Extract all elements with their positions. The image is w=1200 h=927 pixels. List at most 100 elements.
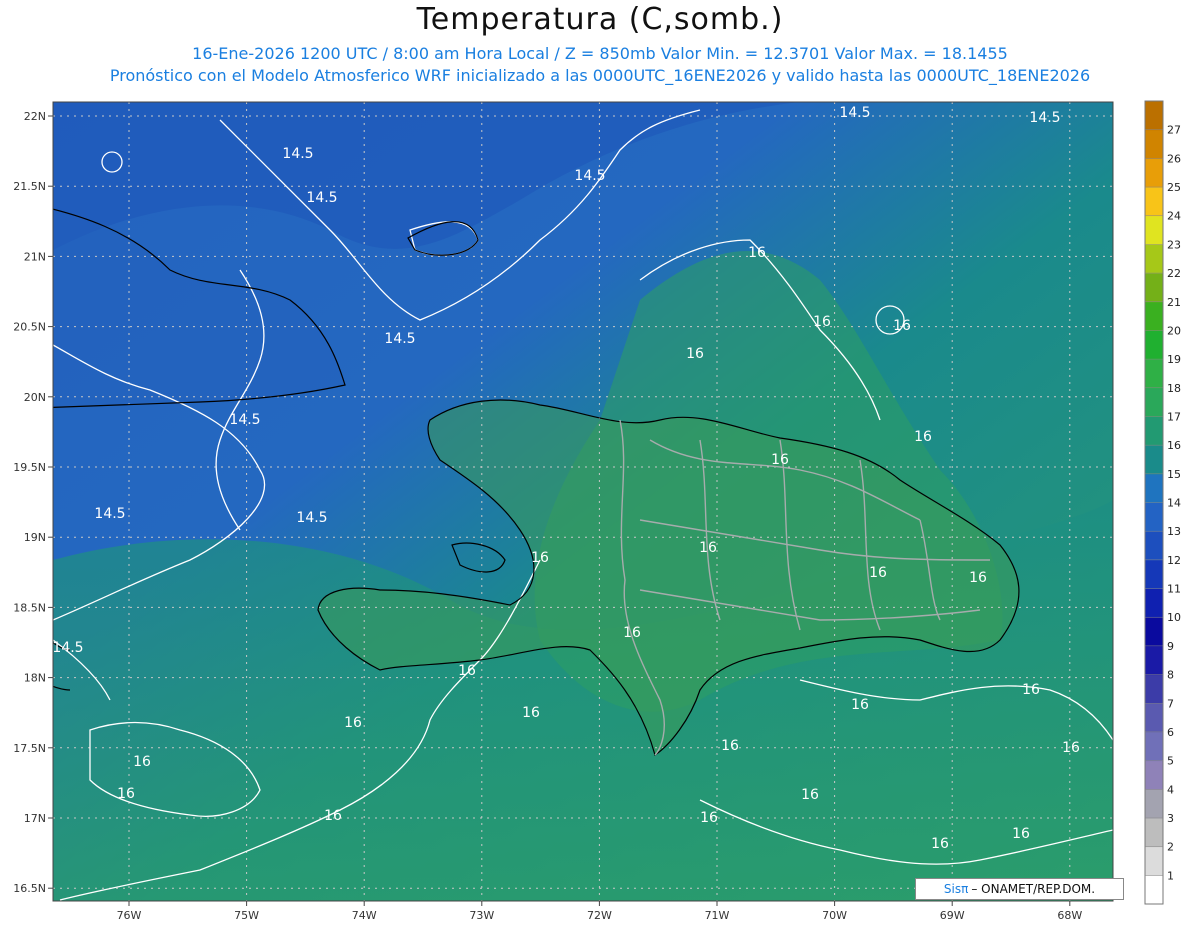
colorbar-swatch [1145, 359, 1163, 389]
contour-label: 16 [813, 314, 831, 330]
colorbar-swatch [1145, 731, 1163, 762]
contour-label: 14.5 [306, 190, 337, 206]
colorbar-swatch [1145, 416, 1163, 446]
colorbar-swatch [1145, 559, 1163, 590]
contour-label: 14.5 [296, 510, 327, 526]
colorbar-swatch [1145, 330, 1163, 360]
colorbar-label: 1 [1167, 869, 1174, 882]
colorbar-label: 11 [1167, 583, 1181, 596]
lat-label: 18N [24, 672, 46, 685]
colorbar-label: 18 [1167, 382, 1181, 395]
contour-label: 14.5 [574, 168, 605, 184]
contour-label: 16 [458, 663, 476, 679]
colorbar-swatch [1145, 187, 1163, 217]
lat-label: 21N [24, 250, 46, 263]
lon-label: 76W [117, 909, 142, 922]
colorbar-label: 3 [1167, 812, 1174, 825]
lon-label: 71W [705, 909, 730, 922]
colorbar-swatch [1145, 875, 1163, 905]
contour-label: 16 [1062, 740, 1080, 756]
colorbar-label: 19 [1167, 353, 1181, 366]
lat-label: 20N [24, 391, 46, 404]
lon-label: 68W [1057, 909, 1082, 922]
colorbar-swatch [1145, 617, 1163, 647]
lat-axis: 22N 21.5N 21N 20.5N 20N 19.5N 19N 18.5N 18N 17.5N… [13, 110, 53, 895]
colorbar-label: 5 [1167, 755, 1174, 768]
colorbar-swatch [1145, 645, 1163, 676]
lon-axis: 76W 75W 74W 73W 72W 71W 70W 69W 68W [117, 901, 1082, 922]
map-field: 14.5 14.5 14.5 14.5 14.5 14.5 14.5 14.5 14.5 14.5… [52, 102, 1113, 901]
contour-label: 16 [522, 705, 540, 721]
contour-label: 16 [117, 786, 135, 802]
contour-label: 16 [699, 540, 717, 556]
colorbar-swatch [1145, 703, 1163, 733]
contour-label: 14.5 [94, 506, 125, 522]
lat-label: 16.5N [13, 882, 46, 895]
contour-label: 16 [686, 346, 704, 362]
colorbar-swatch [1145, 674, 1163, 704]
contour-label: 16 [1022, 682, 1040, 698]
contour-label: 14.5 [1029, 110, 1060, 126]
credit-org: – ONAMET/REP.DOM. [971, 882, 1096, 896]
colorbar-swatch [1145, 531, 1163, 561]
colorbar-label: 9 [1167, 640, 1174, 653]
lat-label: 19N [24, 531, 46, 544]
contour-label: 16 [531, 550, 549, 566]
contour-label: 16 [1012, 826, 1030, 842]
colorbar-swatch [1145, 387, 1163, 417]
colorbar-swatch [1145, 158, 1163, 188]
weather-map: 14.5 14.5 14.5 14.5 14.5 14.5 14.5 14.5 14.5 14.5… [13, 100, 1181, 922]
colorbar-label: 12 [1167, 554, 1181, 567]
contour-label: 14.5 [839, 105, 870, 121]
lat-label: 21.5N [13, 180, 46, 193]
colorbar-label: 27 [1167, 124, 1181, 137]
contour-label: 14.5 [282, 146, 313, 162]
colorbar-swatch [1145, 502, 1163, 532]
colorbar-swatch [1145, 445, 1163, 475]
contour-label: 16 [914, 429, 932, 445]
colorbar-label: 22 [1167, 267, 1181, 280]
colorbar-swatch [1145, 473, 1163, 503]
lon-label: 70W [822, 909, 847, 922]
colorbar-label: 24 [1167, 210, 1181, 223]
contour-label: 16 [344, 715, 362, 731]
colorbar-label: 7 [1167, 697, 1174, 710]
lat-label: 22N [24, 110, 46, 123]
contour-label: 16 [969, 570, 987, 586]
colorbar-label: 8 [1167, 669, 1174, 682]
colorbar-label: 20 [1167, 324, 1181, 337]
colorbar-swatch [1145, 215, 1163, 245]
colorbar-label: 25 [1167, 181, 1181, 194]
colorbar-swatch [1145, 129, 1163, 159]
colorbar: 1234567891011121314151617181920212223242… [1144, 100, 1181, 905]
colorbar-label: 14 [1167, 497, 1181, 510]
colorbar-label: 13 [1167, 525, 1181, 538]
contour-label: 16 [700, 810, 718, 826]
colorbar-label: 17 [1167, 410, 1181, 423]
colorbar-swatch [1145, 101, 1163, 131]
contour-label: 16 [931, 836, 949, 852]
lon-label: 74W [352, 909, 377, 922]
colorbar-label: 21 [1167, 296, 1181, 309]
contour-label: 14.5 [384, 331, 415, 347]
contour-label: 16 [324, 808, 342, 824]
lat-label: 17.5N [13, 742, 46, 755]
lat-label: 17N [24, 812, 46, 825]
colorbar-swatch [1145, 588, 1163, 618]
contour-label: 16 [893, 318, 911, 334]
contour-label: 16 [748, 245, 766, 261]
contour-label: 16 [623, 625, 641, 641]
colorbar-swatch [1145, 760, 1163, 790]
colorbar-swatch [1145, 244, 1163, 274]
contour-label: 14.5 [52, 640, 83, 656]
colorbar-label: 15 [1167, 468, 1181, 481]
contour-label: 16 [851, 697, 869, 713]
lat-label: 18.5N [13, 601, 46, 614]
colorbar-swatch [1145, 846, 1163, 876]
colorbar-label: 16 [1167, 439, 1181, 452]
lat-label: 20.5N [13, 321, 46, 334]
credit-brand: Sisπ [943, 882, 969, 896]
contour-label: 16 [771, 452, 789, 468]
contour-label: 16 [721, 738, 739, 754]
lon-label: 69W [940, 909, 965, 922]
